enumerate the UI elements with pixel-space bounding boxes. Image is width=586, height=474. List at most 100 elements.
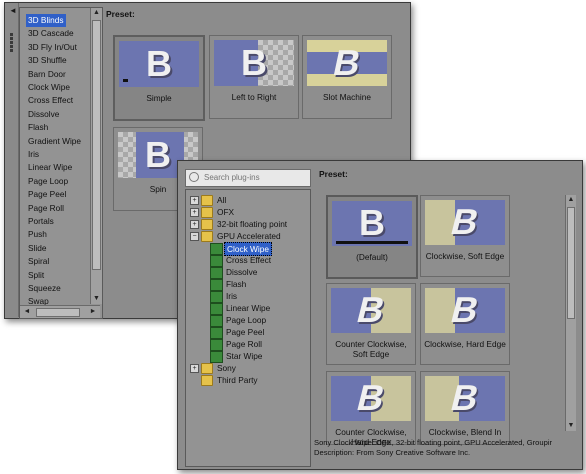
search-field[interactable] xyxy=(185,169,311,187)
transition-list-item[interactable]: 3D Fly In/Out xyxy=(26,41,79,54)
preset-thumbnail[interactable]: B Counter Clockwise, Soft Edge xyxy=(326,283,416,365)
tree-node[interactable]: Cross Effect xyxy=(210,254,310,267)
preset-thumbnail[interactable]: B Clockwise, Blend In xyxy=(420,371,510,445)
tree-node-label: Flash xyxy=(226,279,247,289)
tree-node[interactable]: Dissolve xyxy=(210,266,310,279)
status-line-plugin: Sony Clock Wipe: OFX, 32-bit floating po… xyxy=(314,438,553,447)
transition-list: 3D Blinds 3D Cascade 3D Fly In/Out 3D Shuff… xyxy=(19,7,103,319)
horizontal-scrollbar[interactable]: ◄ ► xyxy=(20,305,100,318)
preset-panel: B (Default) B Clockwise, Soft Edge B Cou… xyxy=(314,165,577,447)
grip-dot-icon xyxy=(10,49,13,52)
scroll-up-icon[interactable]: ▲ xyxy=(566,195,576,205)
expander-icon[interactable]: + xyxy=(190,208,199,217)
tree-node[interactable]: Page Peel xyxy=(210,326,310,339)
folder-icon xyxy=(201,219,213,230)
scroll-down-icon[interactable]: ▼ xyxy=(566,421,576,431)
plugin-tree: + All + OFX +32-bit floating point − GPU Accel… xyxy=(185,189,311,467)
transition-list-item[interactable]: Cross Effect xyxy=(26,94,75,107)
preset-caption: Left to Right xyxy=(231,92,277,102)
tree-node[interactable]: + Sony xyxy=(190,362,290,374)
preset-thumbnail[interactable]: B Clockwise, Hard Edge xyxy=(420,283,510,365)
tree-node[interactable]: Linear Wipe xyxy=(210,302,310,315)
tree-node[interactable]: +32-bit floating point xyxy=(190,218,290,230)
tree-node-label: Cross Effect xyxy=(226,255,272,265)
scroll-down-icon[interactable]: ▼ xyxy=(91,294,102,304)
tree-node[interactable]: Flash xyxy=(210,278,310,291)
preview-letter: B xyxy=(353,289,390,330)
folder-icon xyxy=(201,363,213,374)
tree-node-label: Star Wipe xyxy=(226,351,263,361)
tree-node[interactable]: + All xyxy=(190,194,290,206)
transition-list-item[interactable]: 3D Cascade xyxy=(26,27,76,40)
preset-image: B xyxy=(331,376,411,421)
preset-thumbnail[interactable]: B Left to Right xyxy=(209,35,299,119)
transition-list-item[interactable]: Flash xyxy=(26,121,50,134)
scrollbar-thumb[interactable] xyxy=(36,308,80,317)
scroll-left-icon[interactable]: ◄ xyxy=(22,307,32,317)
transition-list-item[interactable]: Gradient Wipe xyxy=(26,135,83,148)
preset-thumbnail[interactable]: B (Default) xyxy=(326,195,418,279)
transition-list-item[interactable]: Iris xyxy=(26,148,41,161)
preview-letter: B xyxy=(241,42,267,83)
scrollbar-thumb[interactable] xyxy=(92,20,101,270)
tree-node-label: Third Party xyxy=(217,375,258,385)
transition-list-item[interactable]: Barn Door xyxy=(26,68,68,81)
transition-list-item[interactable]: Linear Wipe xyxy=(26,161,74,174)
preview-letter: B xyxy=(447,377,484,418)
tree-node-label: Dissolve xyxy=(226,267,258,277)
vertical-scrollbar[interactable]: ▲ ▼ xyxy=(565,195,576,431)
transition-list-item[interactable]: Dissolve xyxy=(26,108,61,121)
transition-list-item[interactable]: Clock Wipe xyxy=(26,81,72,94)
folder-icon xyxy=(201,231,213,242)
preset-thumbnail[interactable]: B Slot Machine xyxy=(302,35,392,119)
search-input[interactable] xyxy=(204,171,306,183)
vertical-scrollbar[interactable]: ▲ ▼ xyxy=(90,8,102,304)
expander-icon[interactable]: + xyxy=(190,196,199,205)
transitions-window-front: +All+OFX+32-bit floating point − GPU Accel… xyxy=(177,160,583,470)
preset-caption: Clockwise, Blend In xyxy=(428,427,502,437)
transition-list-item[interactable]: Page Roll xyxy=(26,202,66,215)
preset-image: B xyxy=(425,200,505,245)
preview-letter: B xyxy=(359,202,385,243)
tree-node-label: GPU Accelerated xyxy=(217,231,281,241)
grip-dot-icon xyxy=(10,33,13,36)
scroll-up-icon[interactable]: ▲ xyxy=(91,8,102,18)
transition-list-item[interactable]: Page Loop xyxy=(26,175,70,188)
expander-icon[interactable]: + xyxy=(190,220,199,229)
tree-node[interactable]: Page Roll xyxy=(210,338,310,351)
transition-list-item[interactable]: 3D Blinds xyxy=(26,14,66,27)
tree-node-label: Page Roll xyxy=(226,339,262,349)
preset-thumbnail[interactable]: B Counter Clockwise, Hard Edge xyxy=(326,371,416,447)
tree-node-label: Sony xyxy=(217,363,236,373)
preview-letter: B xyxy=(447,289,484,330)
folder-icon xyxy=(201,207,213,218)
docking-grip[interactable]: ◄ xyxy=(6,3,19,317)
tree-node-label: Page Peel xyxy=(226,327,265,337)
expander-icon[interactable]: − xyxy=(190,232,199,241)
tree-node[interactable]: + OFX xyxy=(190,206,290,218)
preset-thumbnail[interactable]: B Clockwise, Soft Edge xyxy=(420,195,510,277)
scroll-right-icon[interactable]: ► xyxy=(88,307,98,317)
tree-node[interactable]: Iris xyxy=(210,290,310,303)
expander-icon[interactable]: + xyxy=(190,364,199,373)
preset-image: B xyxy=(331,288,411,333)
transition-list-item[interactable]: Squeeze xyxy=(26,282,63,295)
tree-node-label: Iris xyxy=(226,291,238,301)
transition-list-item[interactable]: Page Peel xyxy=(26,188,68,201)
tree-node[interactable]: Page Loop xyxy=(210,314,310,327)
transition-list-item[interactable]: Split xyxy=(26,269,46,282)
grip-dot-icon xyxy=(10,41,13,44)
transition-list-item[interactable]: Push xyxy=(26,228,49,241)
transition-list-item[interactable]: Portals xyxy=(26,215,56,228)
tree-node[interactable]: − GPU Accelerated xyxy=(190,230,290,242)
preset-thumbnail[interactable]: B Simple xyxy=(113,35,205,121)
tree-node[interactable]: Star Wipe xyxy=(210,350,310,363)
tree-node[interactable]: Clock Wipe xyxy=(210,242,310,256)
transition-list-item[interactable]: Spiral xyxy=(26,255,51,268)
tree-node[interactable]: Third Party xyxy=(190,374,290,386)
preset-image: B xyxy=(119,41,199,87)
transition-list-item[interactable]: 3D Shuffle xyxy=(26,54,69,67)
collapse-arrow-icon[interactable]: ◄ xyxy=(9,7,17,15)
transition-list-item[interactable]: Slide xyxy=(26,242,48,255)
scrollbar-thumb[interactable] xyxy=(567,207,575,319)
